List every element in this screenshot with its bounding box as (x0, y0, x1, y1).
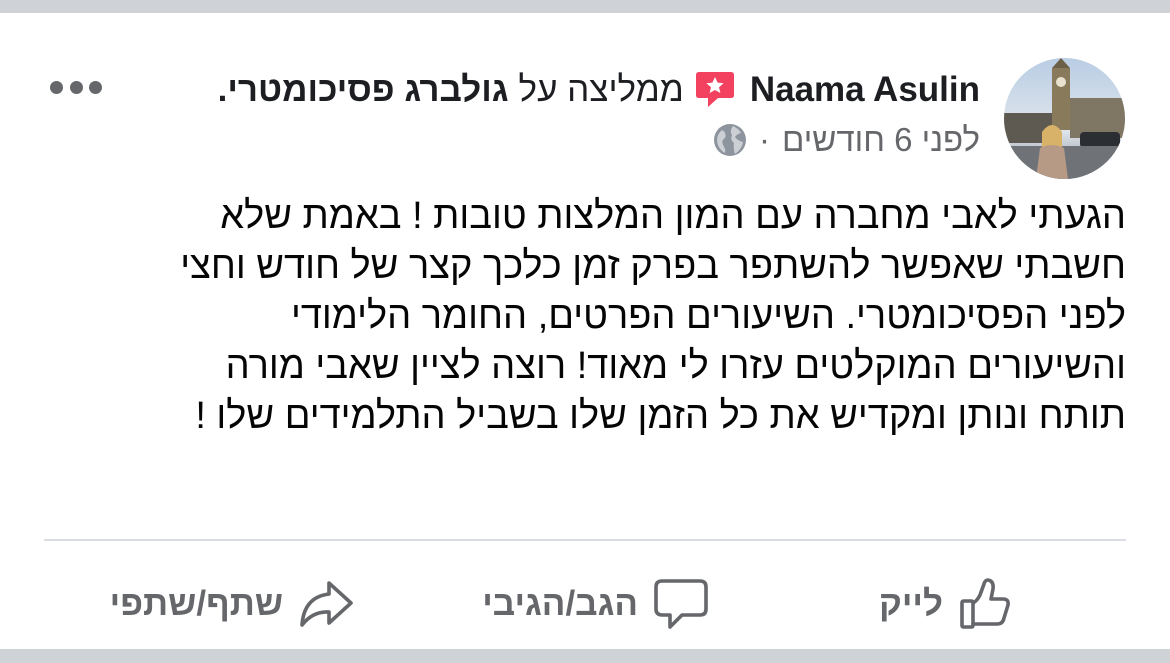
avatar-photo (1004, 58, 1125, 179)
more-options-icon-dot (69, 80, 83, 94)
avatar[interactable] (1004, 58, 1125, 179)
share-arrow-icon (297, 575, 355, 633)
author-name[interactable]: Naama Asulin (750, 70, 980, 110)
like-button[interactable]: לייק (879, 571, 1015, 637)
post-text-line: תותח ונותן ומקדיש את כל הזמן שלו בשביל ה… (195, 395, 1126, 437)
recommend-icon (694, 70, 736, 110)
recommended-page-name[interactable]: גולברג פסיכומטרי. (218, 70, 509, 110)
more-options-icon-dot (50, 80, 63, 94)
post-text-line: חשבתי שאפשר להשתפר בפרק זמן כלכך קצר של … (180, 245, 1126, 287)
post-meta: לפני 6 חודשים · (713, 118, 980, 162)
thumbs-up-icon (957, 575, 1015, 633)
comment-button[interactable]: הגב/הגיבי (482, 571, 710, 637)
more-options-icon-dot (89, 80, 102, 94)
divider (44, 539, 1126, 541)
post-text-line: והשיעורים המוקלטים עזרו לי מאוד! רוצה לצ… (225, 345, 1126, 387)
post-body: הגעתי לאבי מחברה עם המון המלצות טובות ! … (36, 191, 1126, 441)
review-post-card: Naama Asulin ממליצה על גולברג פסיכומטרי.… (0, 13, 1170, 649)
post-text-line: לפני הפסיכומטרי. השיעורים הפרטים, החומר … (290, 295, 1126, 337)
share-label: שתף/שתפי (109, 584, 283, 623)
share-button[interactable]: שתף/שתפי (110, 571, 355, 637)
like-label: לייק (878, 584, 943, 623)
comment-label: הגב/הגיבי (482, 584, 638, 623)
recommends-text: ממליצה על (518, 70, 684, 109)
meta-separator: · (758, 121, 770, 158)
post-timestamp[interactable]: לפני 6 חודשים (782, 121, 980, 159)
more-options-button[interactable] (50, 75, 102, 99)
post-header: Naama Asulin ממליצה על גולברג פסיכומטרי. (218, 65, 980, 115)
post-text-line: הגעתי לאבי מחברה עם המון המלצות טובות ! … (220, 195, 1126, 237)
comment-bubble-icon (652, 575, 710, 633)
globe-icon (713, 123, 747, 157)
